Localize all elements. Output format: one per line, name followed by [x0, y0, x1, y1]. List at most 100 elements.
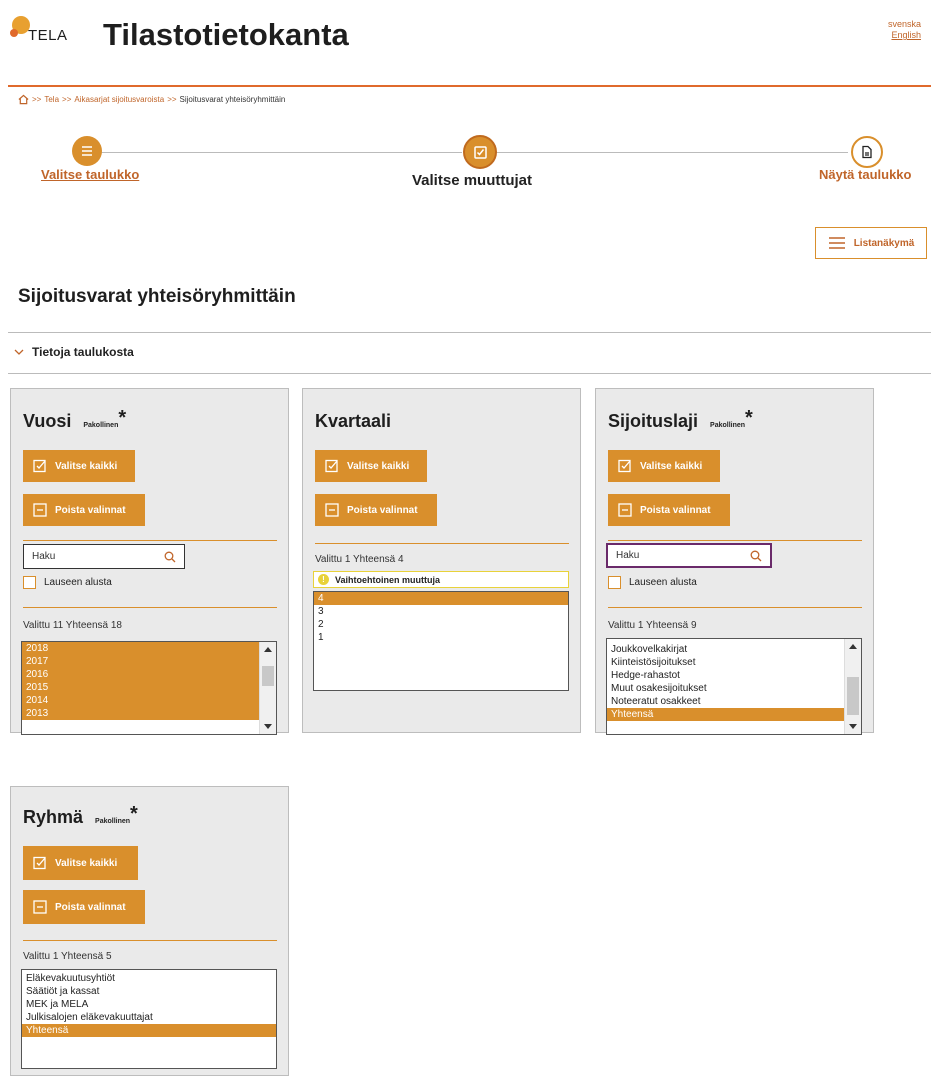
list-option[interactable]: 2013 — [22, 707, 276, 720]
selection-count: Valittu 1 Yhteensä 9 — [608, 620, 697, 631]
alternative-variable-label: Vaihtoehtoinen muuttuja — [335, 574, 440, 585]
step-3-label[interactable]: Näytä taulukko — [819, 167, 911, 182]
list-option[interactable]: Hedge-rahastot — [607, 669, 861, 682]
from-start-option[interactable]: Lauseen alusta — [608, 576, 697, 589]
search-placeholder: Haku — [616, 550, 640, 561]
scroll-thumb[interactable] — [847, 677, 859, 715]
list-option[interactable]: Yhteensä — [22, 1024, 276, 1037]
language-link-english[interactable]: English — [891, 30, 921, 40]
step-3-circle[interactable] — [851, 136, 883, 168]
list-option[interactable]: Muut osakesijoitukset — [607, 682, 861, 695]
checkbox-icon — [473, 145, 487, 159]
list-icon — [82, 146, 92, 156]
divider — [23, 940, 277, 941]
table-info-label: Tietoja taulukosta — [32, 345, 134, 359]
breadcrumb: >> Tela >> Aikasarjat sijoitusvaroista >… — [18, 94, 285, 105]
scroll-down-icon[interactable] — [264, 724, 272, 729]
from-start-checkbox[interactable] — [608, 576, 621, 589]
search-placeholder: Haku — [32, 551, 56, 562]
divider — [23, 607, 277, 608]
list-option[interactable]: MEK ja MELA — [22, 998, 276, 1011]
search-input[interactable]: Haku — [606, 543, 772, 568]
panel-ryhma: Ryhmä Pakollinen* Valitse kaikki Poista v… — [10, 786, 289, 1076]
select-all-label: Valitse kaikki — [55, 857, 118, 869]
step-1-label[interactable]: Valitse taulukko — [41, 167, 139, 182]
breadcrumb-separator: >> — [32, 95, 42, 104]
list-option[interactable]: Noteeratut osakkeet — [607, 695, 861, 708]
list-view-button[interactable]: Listanäkymä — [815, 227, 927, 259]
search-input[interactable]: Haku — [23, 544, 185, 569]
select-all-button[interactable]: Valitse kaikki — [315, 450, 427, 482]
breadcrumb-current: Sijoitusvarat yhteisöryhmittäin — [179, 95, 286, 104]
list-option[interactable]: 4 — [314, 592, 568, 605]
table-info-toggle[interactable]: Tietoja taulukosta — [14, 345, 134, 359]
panel-title-text: Vuosi — [23, 411, 72, 431]
divider — [8, 373, 931, 374]
divider — [8, 332, 931, 333]
step-2-circle — [463, 135, 497, 169]
list-option[interactable]: Säätiöt ja kassat — [22, 985, 276, 998]
list-option[interactable]: Kiinteistösijoitukset — [607, 656, 861, 669]
breadcrumb-item-tela[interactable]: Tela — [44, 95, 59, 104]
required-star: * — [118, 407, 127, 429]
panel-vuosi: Vuosi Pakollinen* Valitse kaikki Poista v… — [10, 388, 289, 735]
logo-text: TELA — [28, 27, 68, 44]
list-option[interactable]: 2015 — [22, 681, 276, 694]
from-start-checkbox[interactable] — [23, 576, 36, 589]
list-option[interactable]: 2016 — [22, 668, 276, 681]
minus-box-icon — [618, 503, 632, 517]
page-title: Sijoitusvarat yhteisöryhmittäin — [18, 286, 296, 307]
scrollbar[interactable] — [844, 639, 861, 734]
scroll-up-icon[interactable] — [264, 647, 272, 652]
list-option[interactable]: 1 — [314, 631, 568, 644]
select-all-button[interactable]: Valitse kaikki — [608, 450, 720, 482]
select-all-label: Valitse kaikki — [347, 460, 410, 472]
step-1-circle[interactable] — [72, 136, 102, 166]
list-option[interactable]: Yhteensä — [607, 708, 861, 721]
scroll-down-icon[interactable] — [849, 724, 857, 729]
listbox-sijoituslaji[interactable]: Joukkovelkakirjat Kiinteistösijoitukset He… — [606, 638, 862, 735]
clear-selection-button[interactable]: Poista valinnat — [23, 890, 145, 924]
list-option[interactable]: 2018 — [22, 642, 276, 655]
scrollbar[interactable] — [259, 642, 276, 734]
listbox-options: Eläkevakuutusyhtiöt Säätiöt ja kassat MEK … — [22, 970, 276, 1037]
clear-selection-button[interactable]: Poista valinnat — [23, 494, 145, 526]
clear-selection-button[interactable]: Poista valinnat — [315, 494, 437, 526]
panel-title-text: Sijoituslaji — [608, 411, 699, 431]
list-option[interactable]: 2 — [314, 618, 568, 631]
required-label: Pakollinen — [95, 818, 131, 825]
clear-selection-button[interactable]: Poista valinnat — [608, 494, 730, 526]
listbox-kvartaali[interactable]: 4321 — [313, 591, 569, 691]
panel-title: Kvartaali — [315, 411, 392, 431]
list-option[interactable]: Julkisalojen eläkevakuuttajat — [22, 1011, 276, 1024]
alternative-variable-notice: ! Vaihtoehtoinen muuttuja — [313, 571, 569, 588]
home-icon[interactable] — [18, 94, 29, 105]
listbox-vuosi[interactable]: 2018 2017 2016 2015 2014 2013 — [21, 641, 277, 735]
list-option[interactable]: 2014 — [22, 694, 276, 707]
scroll-up-icon[interactable] — [849, 644, 857, 649]
selection-count: Valittu 1 Yhteensä 4 — [315, 554, 404, 565]
list-option[interactable]: Joukkovelkakirjat — [607, 643, 861, 656]
from-start-option[interactable]: Lauseen alusta — [23, 576, 112, 589]
minus-box-icon — [33, 503, 47, 517]
panel-title: Vuosi Pakollinen* — [23, 407, 126, 434]
breadcrumb-separator: >> — [62, 95, 72, 104]
list-option[interactable]: 3 — [314, 605, 568, 618]
divider — [608, 540, 862, 541]
list-option[interactable]: Eläkevakuutusyhtiöt — [22, 972, 276, 985]
scroll-thumb[interactable] — [262, 666, 274, 686]
listbox-ryhma[interactable]: Eläkevakuutusyhtiöt Säätiöt ja kassat MEK … — [21, 969, 277, 1069]
select-all-button[interactable]: Valitse kaikki — [23, 450, 135, 482]
list-view-label: Listanäkymä — [853, 237, 915, 249]
required-star: * — [745, 407, 753, 429]
select-all-button[interactable]: Valitse kaikki — [23, 846, 138, 880]
stepper-line — [496, 152, 848, 153]
checkbox-icon — [33, 459, 46, 473]
breadcrumb-item-aikasarjat[interactable]: Aikasarjat sijoitusvaroista — [74, 95, 164, 104]
list-option[interactable]: 2017 — [22, 655, 276, 668]
clear-selection-label: Poista valinnat — [640, 504, 711, 516]
search-icon — [750, 550, 762, 561]
from-start-label: Lauseen alusta — [44, 577, 112, 588]
language-link-svenska[interactable]: svenska — [888, 19, 921, 29]
from-start-label: Lauseen alusta — [629, 577, 697, 588]
